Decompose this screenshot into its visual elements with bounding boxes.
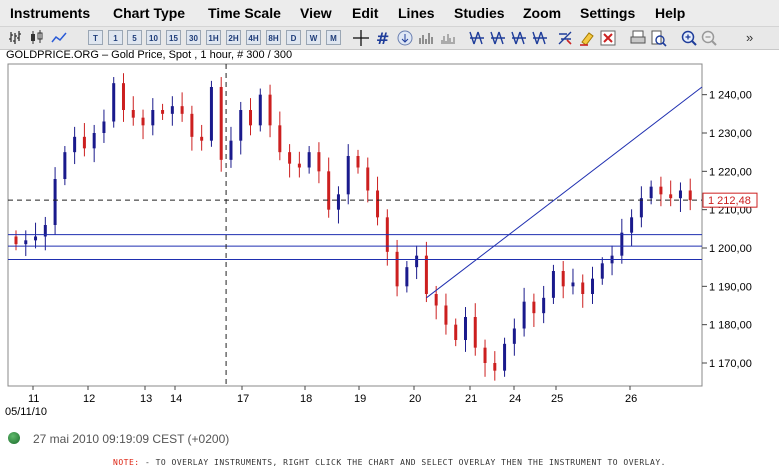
x-tick-label: 18 xyxy=(300,393,312,405)
candle-body xyxy=(82,136,86,149)
candle-body xyxy=(659,186,663,195)
x-tick-label: 17 xyxy=(237,393,249,405)
candle-body xyxy=(424,255,428,294)
y-tick-label: 1 180,00 xyxy=(709,320,752,332)
candle-body xyxy=(112,83,116,122)
candle-body xyxy=(405,267,409,287)
candle-body xyxy=(209,87,213,141)
candle-body xyxy=(161,110,165,114)
candle-body xyxy=(131,110,135,118)
candle-body xyxy=(92,133,96,149)
note-text: - TO OVERLAY INSTRUMENTS, RIGHT CLICK TH… xyxy=(139,458,666,467)
candle-body xyxy=(180,106,184,114)
candle-body xyxy=(73,136,77,153)
candle-body xyxy=(327,171,331,210)
x-tick-label: 19 xyxy=(354,393,366,405)
candle-body xyxy=(366,167,370,191)
candle-body xyxy=(473,317,477,348)
candle-body xyxy=(239,110,243,141)
candle-body xyxy=(630,217,634,233)
candle-body xyxy=(307,152,311,168)
candle-body xyxy=(620,232,624,256)
candle-body xyxy=(483,347,487,363)
candle-body xyxy=(532,301,536,314)
candle-body xyxy=(512,328,516,344)
candle-body xyxy=(649,186,653,199)
price-chart[interactable]: 1 170,001 180,001 190,001 200,001 210,00… xyxy=(0,0,779,468)
candle-body xyxy=(639,198,643,218)
candle-body xyxy=(102,121,106,133)
footer-note: NOTE: - TO OVERLAY INSTRUMENTS, RIGHT CL… xyxy=(0,458,779,467)
y-tick-label: 1 240,00 xyxy=(709,90,752,102)
candle-body xyxy=(571,282,575,287)
candle-body xyxy=(121,83,125,110)
candle-body xyxy=(63,152,67,179)
candle-body xyxy=(356,156,360,168)
candle-body xyxy=(522,301,526,329)
x-tick-label: 12 xyxy=(83,393,95,405)
candle-body xyxy=(669,194,673,199)
candle-body xyxy=(297,163,301,168)
candle-body xyxy=(463,317,467,340)
candle-body xyxy=(151,110,155,126)
candle-body xyxy=(229,140,233,160)
y-tick-label: 1 200,00 xyxy=(709,243,752,255)
candle-body xyxy=(258,94,262,126)
x-tick-label: 14 xyxy=(170,393,182,405)
candle-body xyxy=(278,125,282,153)
candle-body xyxy=(503,343,507,371)
candle-body xyxy=(415,255,419,268)
candle-body xyxy=(688,190,692,201)
candle-body xyxy=(551,271,555,298)
candle-body xyxy=(34,236,38,241)
candle-body xyxy=(561,271,565,287)
connection-status-icon xyxy=(8,432,20,444)
candle-body xyxy=(542,297,546,314)
candle-body xyxy=(14,236,18,245)
start-date-label: 05/11/10 xyxy=(5,406,47,418)
candle-body xyxy=(444,305,448,325)
candle-body xyxy=(454,324,458,340)
x-tick-label: 20 xyxy=(409,393,421,405)
plot-frame xyxy=(7,63,703,387)
candle-body xyxy=(591,278,595,294)
candle-body xyxy=(493,363,497,371)
candle-body xyxy=(170,106,174,114)
current-price-label: 1 212,48 xyxy=(708,195,751,207)
status-bar: 27 mai 2010 09:19:09 CEST (+0200) xyxy=(0,428,779,450)
candle-body xyxy=(678,190,682,199)
y-tick-label: 1 170,00 xyxy=(709,358,752,370)
x-tick-label: 13 xyxy=(140,393,152,405)
candle-body xyxy=(346,156,350,195)
x-tick-label: 11 xyxy=(28,393,39,405)
x-tick-label: 26 xyxy=(625,393,637,405)
candle-body xyxy=(200,136,204,141)
candle-body xyxy=(24,240,28,245)
candle-body xyxy=(219,87,223,160)
status-datetime: 27 mai 2010 09:19:09 CEST (+0200) xyxy=(33,432,230,446)
candle-body xyxy=(141,117,145,126)
candle-body xyxy=(190,113,194,137)
candle-body xyxy=(268,94,272,126)
note-label: NOTE: xyxy=(113,458,140,467)
candle-body xyxy=(600,263,604,279)
candle-body xyxy=(249,110,253,126)
x-tick-label: 21 xyxy=(465,393,477,405)
y-tick-label: 1 190,00 xyxy=(709,281,752,293)
candle-body xyxy=(336,194,340,210)
candle-body xyxy=(395,251,399,287)
candle-body xyxy=(581,282,585,294)
x-tick-label: 24 xyxy=(509,393,521,405)
candle-body xyxy=(317,152,321,172)
candle-body xyxy=(434,294,438,306)
candle-body xyxy=(53,179,57,225)
x-tick-label: 25 xyxy=(551,393,563,405)
candle-body xyxy=(288,152,292,164)
candle-body xyxy=(376,190,380,218)
y-tick-label: 1 230,00 xyxy=(709,128,752,140)
y-tick-label: 1 220,00 xyxy=(709,166,752,178)
